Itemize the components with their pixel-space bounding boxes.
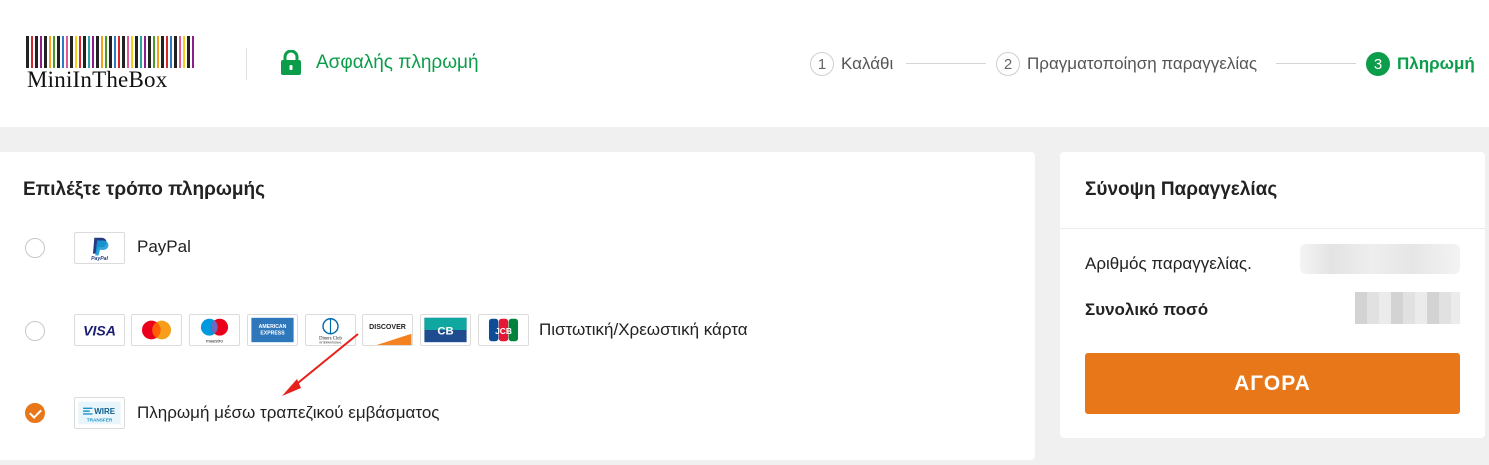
- svg-text:TRANSFER: TRANSFER: [87, 417, 113, 422]
- payment-method-title: Επιλέξτε τρόπο πληρωμής: [23, 179, 266, 200]
- step-number: 1: [810, 52, 834, 76]
- site-logo[interactable]: MiniInTheBox: [26, 36, 196, 96]
- checkout-steps: 1 Καλάθι 2 Πραγματοποίηση παραγγελίας 3 …: [810, 51, 1489, 77]
- barcode-logo-icon: [26, 36, 194, 68]
- logo-text: MiniInTheBox: [27, 67, 168, 92]
- svg-text:JCB: JCB: [495, 326, 512, 336]
- step-label: Καλάθι: [841, 54, 894, 73]
- svg-text:maestro: maestro: [206, 339, 223, 344]
- header-divider: [246, 48, 247, 80]
- payment-method-panel: Επιλέξτε τρόπο πληρωμής PayPal PayPal VI…: [0, 152, 1035, 460]
- order-number-label: Αριθμός παραγγελίας.: [1085, 254, 1252, 273]
- payment-method-label[interactable]: Πιστωτική/Χρεωστική κάρτα: [539, 320, 748, 340]
- radio-card[interactable]: [25, 321, 45, 341]
- annotation-arrow-icon: [282, 333, 359, 396]
- svg-text:VISA: VISA: [83, 323, 116, 339]
- wire-transfer-icon: WIRE TRANSFER: [74, 397, 125, 429]
- step-number: 2: [996, 52, 1020, 76]
- step-place-order[interactable]: 2 Πραγματοποίηση παραγγελίας: [996, 51, 1257, 77]
- total-amount-value-redacted: [1355, 292, 1460, 324]
- order-summary-title: Σύνοψη Παραγγελίας: [1085, 179, 1278, 200]
- svg-text:PayPal: PayPal: [91, 256, 108, 262]
- order-summary-panel: Σύνοψη Παραγγελίας Αριθμός παραγγελίας. …: [1060, 152, 1485, 438]
- payment-method-label[interactable]: PayPal: [137, 237, 191, 257]
- radio-wire-transfer[interactable]: [25, 403, 45, 423]
- step-label: Πραγματοποίηση παραγγελίας: [1027, 54, 1258, 73]
- total-amount-label: Συνολικό ποσό: [1085, 300, 1209, 319]
- summary-divider: [1060, 228, 1485, 229]
- secure-payment-indicator: Ασφαλής πληρωμή: [280, 50, 479, 76]
- paypal-icon: PayPal: [74, 232, 125, 264]
- payment-method-label[interactable]: Πληρωμή μέσω τραπεζικού εμβάσματος: [137, 403, 439, 423]
- mastercard-icon: [131, 314, 182, 346]
- step-cart[interactable]: 1 Καλάθι: [810, 51, 893, 77]
- lock-icon: [281, 50, 301, 75]
- step-connector: [1276, 63, 1356, 64]
- buy-button[interactable]: ΑΓΟΡΑ: [1085, 353, 1460, 414]
- visa-icon: VISA: [74, 314, 125, 346]
- jcb-icon: JCB: [478, 314, 529, 346]
- step-connector: [906, 63, 986, 64]
- svg-text:DISCOVER: DISCOVER: [369, 324, 406, 331]
- radio-paypal[interactable]: [25, 238, 45, 258]
- cb-icon: CB: [420, 314, 471, 346]
- maestro-icon: maestro: [189, 314, 240, 346]
- svg-text:CB: CB: [437, 326, 453, 338]
- step-number: 3: [1366, 52, 1390, 76]
- svg-text:WIRE: WIRE: [94, 407, 115, 416]
- checkout-header: MiniInTheBox Ασφαλής πληρωμή 1 Καλάθι 2 …: [0, 0, 1489, 127]
- step-label: Πληρωμή: [1397, 54, 1475, 73]
- step-payment: 3 Πληρωμή: [1366, 51, 1475, 77]
- order-number-value-redacted: [1300, 244, 1460, 274]
- secure-payment-label: Ασφαλής πληρωμή: [316, 52, 479, 73]
